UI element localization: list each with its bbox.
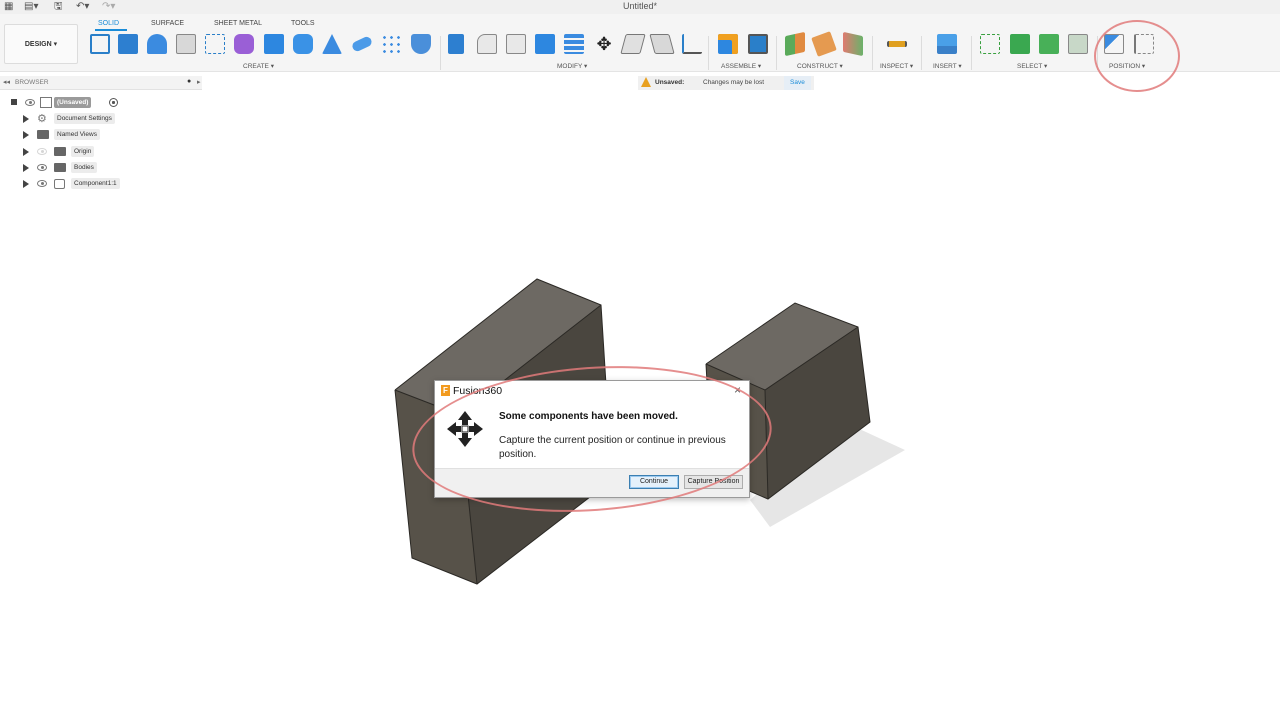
extrude-icon[interactable]	[118, 34, 138, 54]
insert-image-icon[interactable]	[937, 34, 957, 54]
toolbar-divider	[921, 36, 922, 70]
create-sketch-icon[interactable]	[90, 34, 110, 54]
browser-options-icon[interactable]: ●	[187, 78, 191, 85]
pipe-icon[interactable]	[350, 35, 374, 53]
measure-icon[interactable]	[887, 41, 907, 47]
select-menu[interactable]: SELECT ▾	[1017, 62, 1047, 70]
assemble-menu[interactable]: ASSEMBLE ▾	[721, 62, 761, 70]
unsaved-banner: Unsaved: Changes may be lost Save	[638, 76, 814, 90]
window-select-icon[interactable]	[980, 34, 1000, 54]
tab-tools[interactable]: TOOLS	[291, 20, 315, 27]
warning-icon	[641, 77, 651, 87]
toolbar: DESIGN ▾ SOLID SURFACE SHEET METAL TOOLS…	[0, 14, 1280, 72]
box-icon[interactable]	[264, 34, 284, 54]
inspect-menu[interactable]: INSPECT ▾	[880, 62, 913, 70]
tab-sheet-metal[interactable]: SHEET METAL	[214, 20, 262, 27]
move-copy-icon[interactable]: ✥	[594, 34, 614, 54]
tab-solid[interactable]: SOLID	[98, 20, 119, 27]
joint-icon[interactable]	[748, 34, 768, 54]
scale-icon[interactable]	[620, 34, 646, 54]
toolbar-divider	[872, 36, 873, 70]
plane-at-angle-icon[interactable]	[811, 31, 837, 57]
title-bar: ▦ ▤▾ 🖫 ↶▾ ↷▾ Untitled*	[0, 0, 1280, 14]
insert-menu[interactable]: INSERT ▾	[933, 62, 962, 70]
toolbar-divider	[708, 36, 709, 70]
press-pull-icon[interactable]	[448, 34, 464, 54]
shell-icon[interactable]	[411, 34, 431, 54]
workspace-switcher-button[interactable]: DESIGN ▾	[4, 24, 78, 64]
browser-pin-icon[interactable]: ▸	[197, 78, 201, 86]
cylinder-icon[interactable]	[293, 34, 313, 54]
align-icon[interactable]	[649, 34, 675, 54]
save-button[interactable]: Save	[784, 76, 811, 90]
unsaved-message: Changes may be lost	[703, 79, 765, 86]
collapse-browser-icon[interactable]: ◂◂	[3, 78, 10, 86]
select-face-icon[interactable]	[1039, 34, 1059, 54]
new-component-icon[interactable]	[718, 34, 738, 54]
pattern-icon[interactable]	[205, 34, 225, 54]
toolbar-divider	[440, 36, 441, 70]
fusion-app-icon: F	[441, 385, 450, 396]
hole-icon[interactable]	[176, 34, 196, 54]
tab-surface[interactable]: SURFACE	[151, 20, 184, 27]
offset-plane-icon[interactable]	[785, 31, 805, 57]
toolbar-divider	[776, 36, 777, 70]
browser-title: BROWSER	[15, 79, 49, 86]
construct-menu[interactable]: CONSTRUCT ▾	[797, 62, 843, 70]
revolve-icon[interactable]	[147, 34, 167, 54]
select-edge-icon[interactable]	[1068, 34, 1088, 54]
midplane-icon[interactable]	[843, 31, 863, 57]
combine-icon[interactable]	[535, 34, 555, 54]
browser-header: ◂◂ BROWSER ● ▸	[0, 76, 202, 90]
annotation-ring-position	[1094, 20, 1180, 92]
form-icon[interactable]	[234, 34, 254, 54]
cone-icon[interactable]	[322, 34, 342, 54]
pattern-dots-icon[interactable]	[381, 34, 401, 54]
unsaved-label: Unsaved:	[655, 79, 685, 86]
select-body-icon[interactable]	[1010, 34, 1030, 54]
active-tab-indicator	[95, 29, 127, 31]
toolbar-divider	[971, 36, 972, 70]
physical-material-icon[interactable]	[682, 34, 702, 54]
document-title: Untitled*	[622, 1, 658, 11]
create-menu[interactable]: CREATE ▾	[243, 62, 274, 70]
fillet-icon[interactable]	[477, 34, 497, 54]
split-body-icon[interactable]	[564, 34, 584, 54]
modify-menu[interactable]: MODIFY ▾	[557, 62, 587, 70]
chamfer-icon[interactable]	[506, 34, 526, 54]
